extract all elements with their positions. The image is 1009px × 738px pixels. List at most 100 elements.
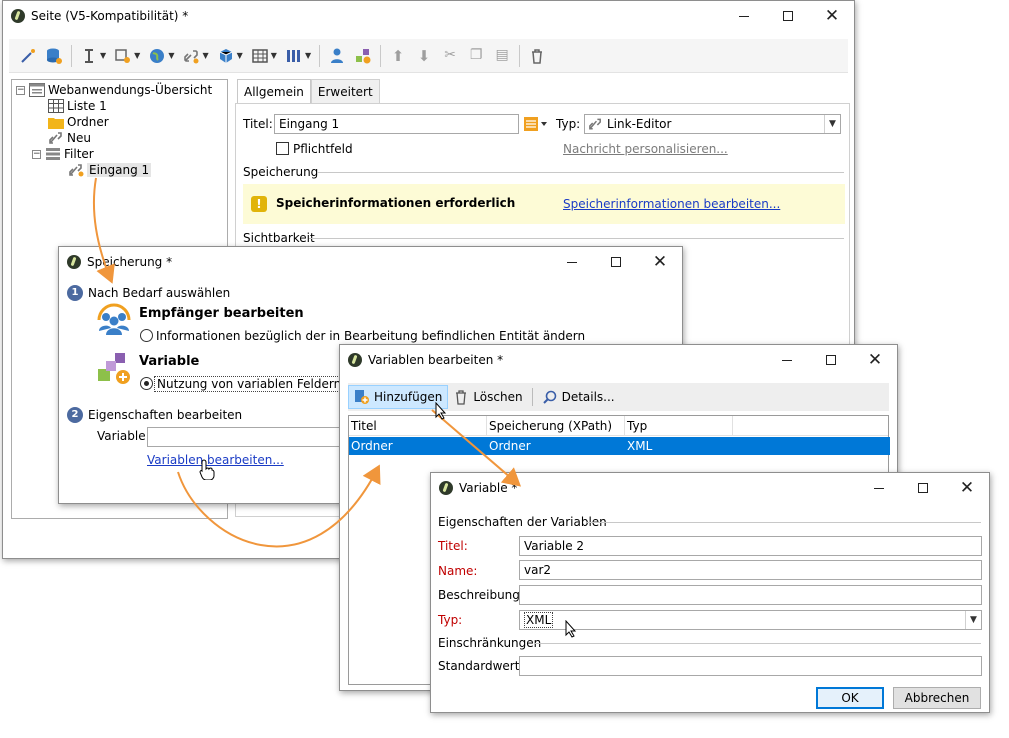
var-title-input[interactable]: Variable 2 (519, 536, 982, 556)
recipients-icon (97, 303, 131, 335)
dropdown-arrow-icon: ▼ (304, 51, 312, 60)
tree-node-new[interactable]: Neu (48, 130, 91, 146)
link-button[interactable]: ▼ (178, 43, 212, 69)
link-icon (589, 118, 601, 130)
cube-button[interactable]: ▼ (213, 43, 247, 69)
chevron-down-icon: ▼ (824, 115, 840, 133)
move-down-button[interactable]: ⬇ (411, 43, 437, 69)
collapse-icon[interactable]: − (16, 85, 25, 95)
link-input-icon (69, 164, 84, 177)
tree-node-filter[interactable]: − Filter (32, 146, 94, 162)
tree-node-folder[interactable]: Ordner (48, 114, 109, 130)
variable-label: Variable: (97, 429, 150, 443)
link-icon (49, 132, 62, 144)
main-window-title: Seite (V5-Kompatibilität) * (31, 9, 189, 23)
column-header[interactable]: Speicherung (XPath) (487, 416, 625, 436)
columns-icon (286, 49, 300, 62)
cancel-button[interactable]: Abbrechen (893, 687, 981, 709)
collapse-icon[interactable]: − (32, 149, 41, 159)
option-recipient-radio[interactable] (140, 329, 153, 342)
close-button[interactable]: ✕ (853, 345, 897, 375)
close-icon: ✕ (652, 251, 668, 272)
maximize-icon (918, 483, 928, 493)
ok-button[interactable]: OK (816, 687, 884, 709)
title-options-button[interactable] (523, 115, 549, 136)
move-up-button[interactable]: ⬆ (385, 43, 411, 69)
paste-button[interactable]: ▤ (489, 43, 515, 69)
trash-icon (532, 48, 543, 64)
app-icon (67, 255, 81, 269)
table-button[interactable]: ▼ (247, 43, 281, 69)
copy-button[interactable]: ❐ (463, 43, 489, 69)
wizard-button[interactable] (15, 43, 41, 69)
field-button[interactable]: ▼ (110, 43, 144, 69)
minimize-button[interactable] (550, 247, 594, 277)
maximize-button[interactable] (809, 345, 853, 375)
maximize-button[interactable] (901, 473, 945, 503)
add-variable-button[interactable]: Hinzufügen (348, 385, 449, 409)
storage-titlebar[interactable]: Speicherung * ✕ (59, 247, 682, 277)
minimize-button[interactable] (765, 345, 809, 375)
tab-advanced[interactable]: Erweitert (310, 79, 380, 103)
edit-storage-link[interactable]: Speicherinformationen bearbeiten... (563, 197, 780, 211)
maximize-button[interactable] (766, 1, 810, 31)
database-icon (47, 48, 62, 64)
details-button[interactable]: Details... (537, 385, 620, 409)
section-visibility: Sichtbarkeit (243, 231, 315, 245)
tree-node-list[interactable]: Liste 1 (48, 98, 107, 114)
column-header[interactable]: Titel (349, 416, 487, 436)
required-checkbox[interactable] (276, 142, 289, 155)
delete-variable-button[interactable]: Löschen (448, 385, 527, 409)
type-select[interactable]: Link-Editor ▼ (584, 114, 841, 134)
close-icon: ✕ (867, 349, 883, 370)
tab-strip: Allgemein Erweitert (237, 79, 380, 104)
default-value-input[interactable] (519, 656, 982, 676)
columns-button[interactable]: ▼ (281, 43, 315, 69)
var-name-input[interactable]: var2 (519, 560, 982, 580)
option-variable-title: Variable (139, 354, 200, 369)
add-element-button[interactable] (350, 43, 376, 69)
recipient-button[interactable] (324, 43, 350, 69)
text-cursor-button[interactable]: ▼ (76, 43, 110, 69)
option-variable-radio[interactable] (140, 377, 153, 390)
toolbar-separator (531, 388, 533, 406)
var-type-select[interactable]: XML ▼ (519, 610, 982, 630)
edit-variables-titlebar[interactable]: Variablen bearbeiten * ✕ (340, 345, 897, 375)
magnifier-icon (542, 390, 556, 404)
tree-node-input[interactable]: Eingang 1 (68, 162, 152, 178)
section-constraints: Einschränkungen (438, 636, 542, 650)
tree-node-overview[interactable]: − Webanwendungs-Übersicht (16, 82, 212, 98)
delete-button[interactable] (524, 43, 550, 69)
cube-icon (219, 48, 232, 63)
maximize-button[interactable] (594, 247, 638, 277)
table-row[interactable]: Ordner Ordner XML (349, 437, 890, 455)
toolbar-separator (380, 44, 382, 67)
step2-label: Eigenschaften bearbeiten (88, 408, 243, 422)
globe-button[interactable]: ▼ (144, 43, 178, 69)
column-header[interactable]: Typ (625, 416, 733, 436)
step-number: 1 (67, 285, 83, 301)
minimize-button[interactable] (722, 1, 766, 31)
title-input[interactable]: Eingang 1 (274, 114, 519, 134)
close-button[interactable]: ✕ (945, 473, 989, 503)
link-icon (184, 49, 199, 63)
personalize-link[interactable]: Nachricht personalisieren... (563, 142, 728, 156)
var-desc-input[interactable] (519, 585, 982, 605)
cut-button[interactable]: ✂ (437, 43, 463, 69)
variable-titlebar[interactable]: Variable * ✕ (431, 473, 989, 503)
warning-text: Speicherinformationen erforderlich (276, 196, 516, 210)
main-titlebar[interactable]: Seite (V5-Kompatibilität) * ✕ (3, 1, 854, 31)
tab-general[interactable]: Allgemein (237, 79, 311, 104)
step-number: 2 (67, 407, 83, 423)
maximize-icon (826, 355, 836, 365)
close-button[interactable]: ✕ (810, 1, 854, 31)
cell-type: XML (627, 439, 653, 453)
close-button[interactable]: ✕ (638, 247, 682, 277)
type-label: Typ: (556, 117, 581, 131)
list-icon (48, 99, 64, 113)
database-button[interactable] (41, 43, 67, 69)
minimize-button[interactable] (857, 473, 901, 503)
variable-input[interactable] (147, 427, 342, 447)
storage-warning: ! Speicherinformationen erforderlich Spe… (243, 184, 845, 224)
var-desc-label: Beschreibung: (438, 588, 524, 602)
